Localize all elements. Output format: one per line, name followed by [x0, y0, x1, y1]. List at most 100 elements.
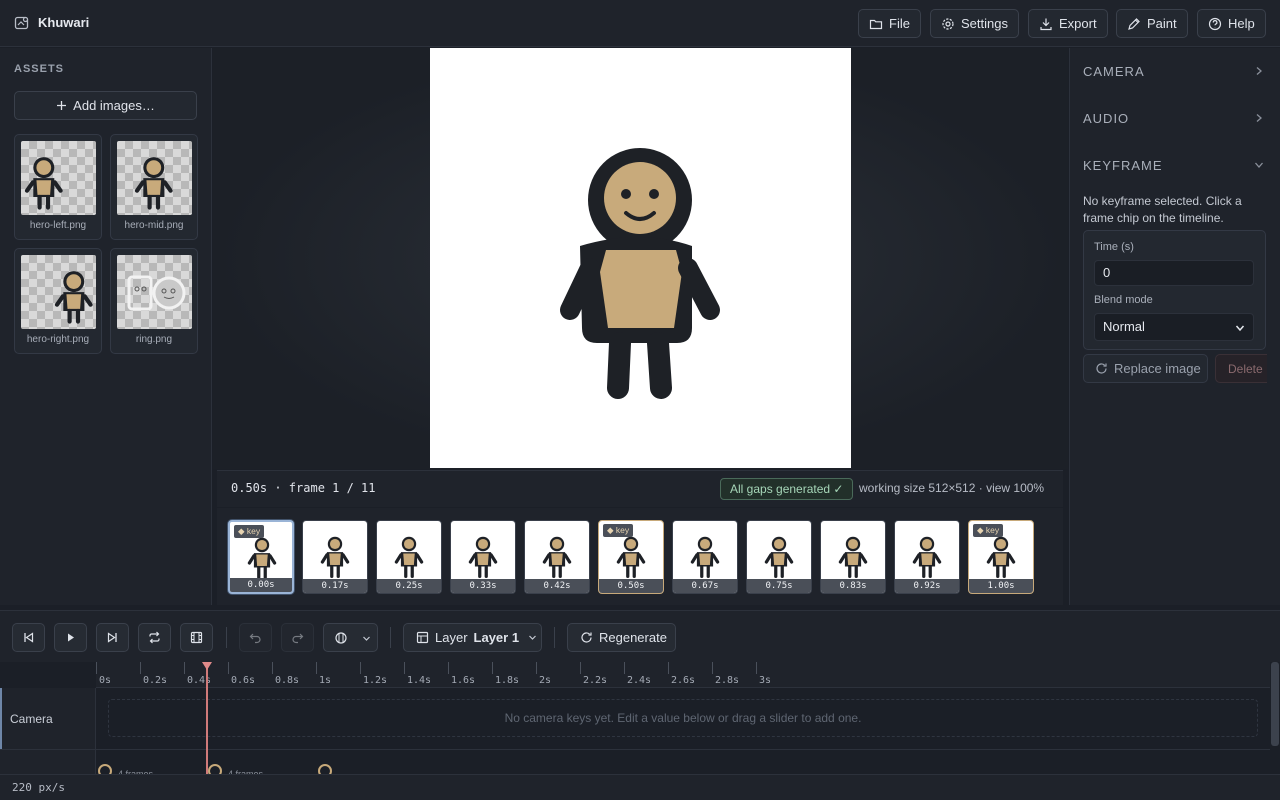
ruler-tick-label: 1s [319, 675, 332, 686]
add-images-button[interactable]: Add images… [14, 91, 197, 120]
key-badge: ◆ key [234, 525, 265, 538]
chevron-right-icon[interactable] [1254, 113, 1264, 123]
camera-section-header[interactable]: CAMERA [1083, 64, 1145, 79]
character-icon [24, 157, 63, 210]
asset-card-hero-right[interactable]: hero-right.png [14, 248, 102, 354]
film-icon [190, 631, 203, 644]
ruler-tick [492, 662, 493, 674]
asset-card-hero-left[interactable]: hero-left.png [14, 134, 102, 240]
app-title: Khuwari [38, 15, 90, 30]
filmstrip-toggle[interactable] [180, 623, 213, 652]
ruler-tick-label: 0.8s [275, 675, 300, 686]
onion-skin-dropdown[interactable] [323, 623, 378, 652]
frame-thumbnail-figure [320, 536, 350, 579]
frame-chip[interactable]: 0.83s [820, 520, 886, 594]
play-icon [68, 633, 74, 642]
help-icon [1208, 17, 1222, 30]
playhead-handle[interactable] [202, 662, 212, 670]
layer-select[interactable]: Layer Layer 1 [403, 623, 542, 652]
frame-thumbnail-figure [542, 536, 572, 579]
loop-toggle[interactable] [138, 623, 171, 652]
app-logo-icon [14, 16, 29, 30]
replace-image-button[interactable]: Replace image [1083, 354, 1208, 383]
ruler-tick [448, 662, 449, 674]
settings-button[interactable]: Settings [930, 9, 1019, 38]
frame-chip[interactable]: 0.33s [450, 520, 516, 594]
asset-card-ring[interactable]: ring.png [110, 248, 198, 354]
chevron-right-icon[interactable] [1254, 66, 1264, 76]
character-figure [560, 148, 720, 399]
keyframe-note: No keyframe selected. Click a frame chip… [1083, 194, 1242, 225]
asset-card-hero-mid[interactable]: hero-mid.png [110, 134, 198, 240]
paint-button[interactable]: Paint [1116, 9, 1188, 38]
asset-name: hero-right.png [26, 334, 90, 345]
frame-chip[interactable]: 0.92s [894, 520, 960, 594]
ruler-tick-label: 0.6s [231, 675, 256, 686]
folder-icon [869, 19, 883, 29]
ruler-tick [272, 662, 273, 674]
ruler-tick [580, 662, 581, 674]
delete-keyframe-button[interactable]: Delete [1215, 354, 1267, 383]
frame-chip[interactable]: 0.17s [302, 520, 368, 594]
chevron-down-icon [529, 635, 537, 640]
asset-thumbnail [21, 255, 96, 329]
regenerate-label: Regenerate [599, 630, 667, 645]
audio-section-header[interactable]: AUDIO [1083, 111, 1129, 126]
skip-back-icon [24, 632, 34, 643]
frame-chip[interactable]: ◆ key 0.50s [598, 520, 664, 594]
time-input[interactable]: 0 [1094, 260, 1254, 286]
frame-time: 0.92s [895, 579, 959, 593]
frame-thumbnail-figure [247, 537, 277, 580]
chevron-down-icon [363, 636, 370, 641]
asset-thumbnail [117, 255, 192, 329]
ruler-tick [140, 662, 141, 674]
frame-thumbnail-figure [912, 536, 942, 579]
undo-button[interactable] [239, 623, 272, 652]
playhead[interactable] [206, 662, 208, 774]
skip-start-button[interactable] [12, 623, 45, 652]
ruler-tick-label: 2s [539, 675, 552, 686]
ruler-tick-label: 1.8s [495, 675, 520, 686]
character-icon [134, 157, 173, 210]
gaps-status-badge: All gaps generated ✓ [720, 478, 854, 500]
redo-button[interactable] [281, 623, 314, 652]
skip-end-button[interactable] [96, 623, 129, 652]
asset-thumbnail [21, 141, 96, 215]
ruler-tick-label: 0.2s [143, 675, 168, 686]
drawing-canvas[interactable] [430, 48, 851, 468]
regenerate-button[interactable]: Regenerate [567, 623, 676, 652]
export-button[interactable]: Export [1028, 9, 1108, 38]
play-button[interactable] [54, 623, 87, 652]
refresh-icon [581, 632, 592, 643]
file-button[interactable]: File [858, 9, 921, 38]
ruler-tick [756, 662, 757, 674]
frame-time: 0.83s [821, 579, 885, 593]
frame-chip[interactable]: 0.42s [524, 520, 590, 594]
footer-bar [0, 774, 1280, 800]
keyframe-section-header[interactable]: KEYFRAME [1083, 158, 1163, 173]
add-images-label: Add images… [73, 98, 155, 113]
frame-thumbnail-figure [468, 536, 498, 579]
ruler-tick [316, 662, 317, 674]
scrollbar-thumb[interactable] [1271, 662, 1279, 746]
toolbar-divider [390, 627, 391, 648]
frame-time: 0.00s [230, 578, 292, 592]
frame-chip[interactable]: 0.75s [746, 520, 812, 594]
pen-icon [1128, 17, 1140, 30]
frame-thumbnail-figure [764, 536, 794, 579]
camera-track-empty[interactable]: No camera keys yet. Edit a value below o… [108, 699, 1258, 737]
chevron-down-icon[interactable] [1254, 160, 1264, 170]
working-size-info: working size 512×512 · view 100% [859, 481, 1045, 495]
refresh-icon [1096, 363, 1107, 374]
blend-mode-select[interactable]: Normal [1094, 313, 1254, 341]
help-button[interactable]: Help [1197, 9, 1266, 38]
asset-thumbnail [117, 141, 192, 215]
key-badge: ◆ key [973, 524, 1004, 537]
frame-chip[interactable]: ◆ key 1.00s [968, 520, 1034, 594]
frame-time: 0.42s [525, 579, 589, 593]
frame-chip[interactable]: 0.25s [376, 520, 442, 594]
key-badge: ◆ key [603, 524, 634, 537]
loop-icon [149, 631, 160, 644]
frame-chip[interactable]: 0.67s [672, 520, 738, 594]
frame-chip[interactable]: ◆ key 0.00s [228, 520, 294, 594]
